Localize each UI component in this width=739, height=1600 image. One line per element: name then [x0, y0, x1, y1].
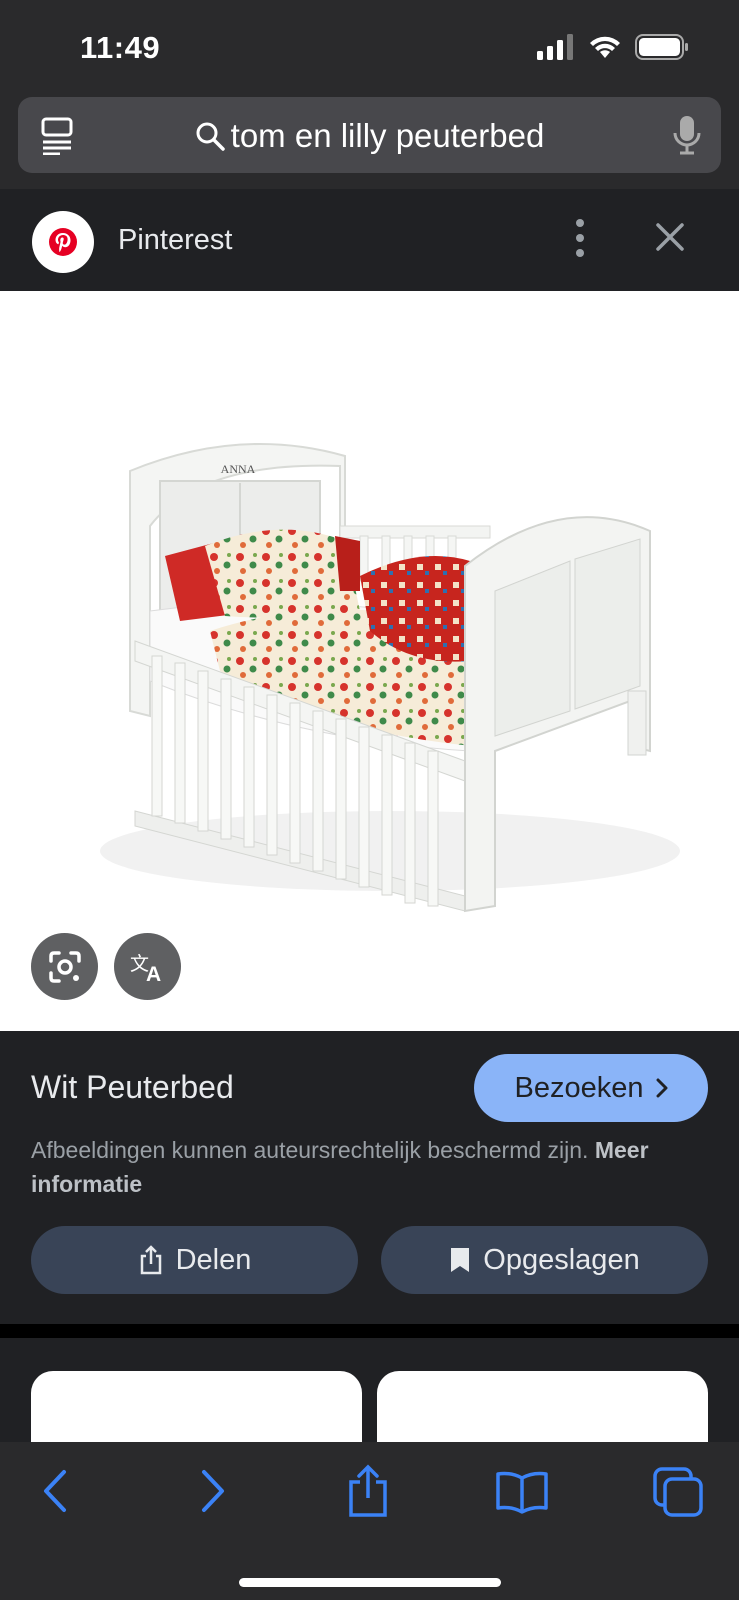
pinterest-icon	[49, 228, 77, 256]
copyright-text: Afbeeldingen kunnen auteursrechtelijk be…	[31, 1137, 589, 1163]
svg-text:A: A	[146, 963, 161, 984]
browser-toolbar	[0, 1442, 739, 1600]
status-icons	[537, 34, 689, 60]
result-title: Wit Peuterbed	[31, 1069, 234, 1105]
share-button-label: Delen	[175, 1243, 252, 1276]
product-image: ANNA	[100, 443, 680, 913]
pinterest-logo[interactable]	[32, 211, 94, 273]
related-card[interactable]	[31, 1371, 362, 1442]
image-preview[interactable]: ANNA 文 A	[0, 291, 739, 1031]
signal-icon	[537, 34, 573, 60]
home-indicator	[239, 1578, 501, 1587]
section-divider	[0, 1324, 739, 1338]
related-card[interactable]	[377, 1371, 708, 1442]
address-bar-container: tom en lilly peuterbed	[0, 95, 739, 189]
info-panel: Wit Peuterbed Bezoeken Afbeeldingen kunn…	[0, 1031, 739, 1324]
engraving-text: ANNA	[221, 462, 256, 476]
source-header: Pinterest	[0, 189, 739, 291]
forward-icon[interactable]	[198, 1468, 228, 1514]
lens-icon	[48, 950, 81, 983]
lens-button[interactable]	[31, 933, 98, 1000]
bookmark-filled-icon	[451, 1248, 470, 1272]
address-bar[interactable]: tom en lilly peuterbed	[18, 97, 721, 173]
translate-button[interactable]: 文 A	[114, 933, 181, 1000]
close-icon[interactable]	[650, 217, 690, 257]
related-results	[0, 1338, 739, 1442]
visit-button[interactable]: Bezoeken	[474, 1054, 708, 1122]
bookmarks-icon[interactable]	[495, 1470, 549, 1514]
status-time: 11:49	[80, 30, 161, 65]
saved-button-label: Opgeslagen	[483, 1243, 640, 1276]
share-icon[interactable]	[346, 1464, 390, 1518]
status-bar: 11:49	[0, 0, 739, 95]
visit-button-label: Bezoeken	[514, 1071, 644, 1104]
share-button[interactable]: Delen	[31, 1226, 358, 1294]
search-query-display[interactable]: tom en lilly peuterbed	[18, 117, 721, 155]
copyright-notice: Afbeeldingen kunnen auteursrechtelijk be…	[31, 1133, 671, 1201]
wifi-icon	[590, 36, 620, 58]
back-icon[interactable]	[40, 1468, 70, 1514]
tab-switcher-icon[interactable]	[652, 1466, 704, 1518]
share-icon	[140, 1245, 161, 1275]
source-name[interactable]: Pinterest	[118, 224, 232, 257]
battery-icon	[635, 34, 688, 60]
mic-icon[interactable]	[673, 115, 701, 155]
translate-icon: 文 A	[130, 953, 161, 984]
search-icon	[196, 122, 225, 151]
chevron-right-icon	[656, 1078, 667, 1098]
more-vert-icon[interactable]	[570, 215, 590, 261]
saved-button[interactable]: Opgeslagen	[381, 1226, 708, 1294]
search-query-text: tom en lilly peuterbed	[230, 117, 545, 154]
